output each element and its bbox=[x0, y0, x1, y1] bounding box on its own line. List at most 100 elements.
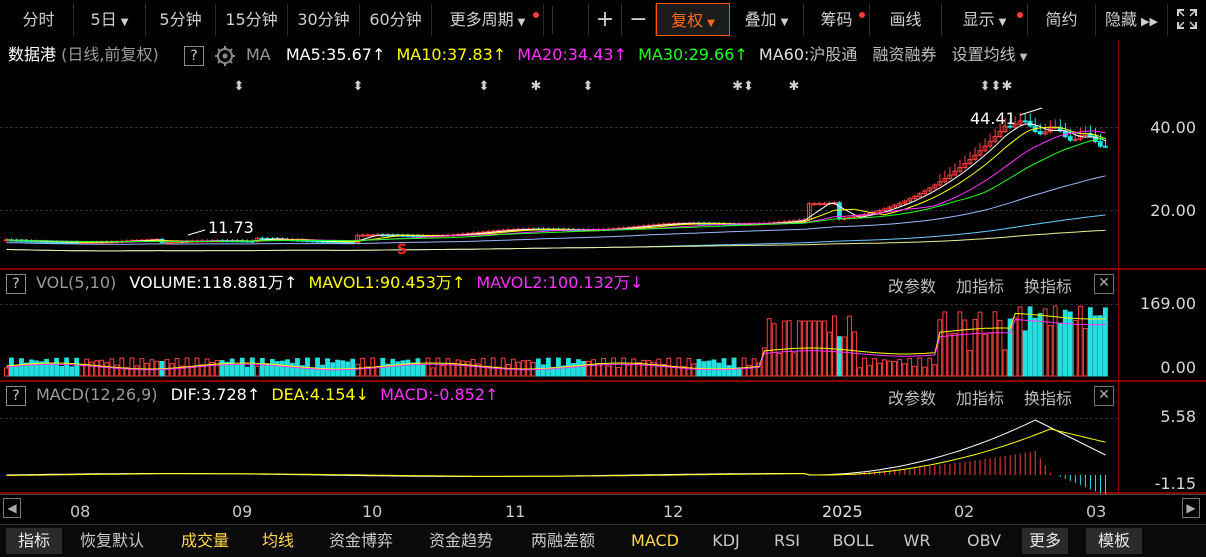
x-tick-08: 08 bbox=[70, 502, 91, 521]
volume-bar bbox=[581, 360, 586, 377]
volume-bar bbox=[957, 311, 963, 377]
volume-bar bbox=[686, 357, 692, 377]
candle-body bbox=[259, 237, 265, 240]
volume-bar bbox=[350, 358, 356, 377]
sell-signal-marker[interactable]: S bbox=[397, 242, 407, 258]
candle-body bbox=[816, 203, 822, 206]
tab-ma[interactable]: 均线 bbox=[252, 528, 304, 554]
tab-rsi[interactable]: RSI bbox=[764, 528, 810, 554]
volume-bar bbox=[435, 357, 441, 377]
tab-wr[interactable]: WR bbox=[894, 528, 940, 554]
mavol1-value: MAVOL1:90.453万 bbox=[308, 273, 452, 292]
volume-bar bbox=[249, 357, 255, 377]
tab-zijin-qushi[interactable]: 资金趋势 bbox=[418, 528, 504, 554]
volume-bar bbox=[872, 358, 877, 377]
volume-bar bbox=[877, 362, 882, 377]
scroll-right-button[interactable]: ▶ bbox=[1182, 498, 1200, 518]
volume-bar bbox=[54, 357, 60, 377]
candle-body bbox=[1067, 136, 1073, 141]
tab-zijin-boyi[interactable]: 资金博弈 bbox=[318, 528, 404, 554]
grid-line bbox=[0, 418, 1118, 419]
volume-bar bbox=[525, 359, 531, 377]
tab-volume[interactable]: 成交量 bbox=[170, 528, 240, 554]
volume-bar bbox=[340, 360, 346, 377]
close-icon[interactable]: ✕ bbox=[1094, 274, 1114, 294]
close-icon[interactable]: ✕ bbox=[1094, 386, 1114, 406]
vol-add-indicator[interactable]: 加指标 bbox=[956, 273, 1004, 297]
volume-bar bbox=[967, 350, 973, 377]
volume-bar bbox=[425, 357, 431, 377]
volume-bar bbox=[44, 358, 49, 377]
candle-body bbox=[1037, 131, 1043, 135]
volume-bar bbox=[229, 358, 235, 377]
help-icon[interactable]: ? bbox=[6, 386, 26, 406]
volume-bar bbox=[164, 359, 170, 377]
tab-liangrong[interactable]: 两融差额 bbox=[520, 528, 606, 554]
ma-line-5 bbox=[6, 123, 1106, 243]
low-price-label: 11.73 bbox=[208, 218, 254, 237]
volume-bar bbox=[320, 364, 325, 377]
event-marker-icon: ⬍⬍✱ bbox=[980, 79, 1013, 94]
dea-value: DEA:4.154 bbox=[271, 385, 356, 404]
tab-macd[interactable]: MACD bbox=[622, 528, 688, 554]
volume-bar bbox=[741, 357, 747, 377]
double-chevron-right-icon: ▶▶ bbox=[1141, 15, 1158, 28]
tab-zhibiao[interactable]: 指标 bbox=[6, 528, 62, 554]
macd-tick-max: 5.58 bbox=[1160, 407, 1196, 426]
tab-boll[interactable]: BOLL bbox=[822, 528, 884, 554]
arrow-up-icon: ↑ bbox=[451, 273, 466, 292]
x-tick-12: 12 bbox=[663, 502, 684, 521]
volume-bar bbox=[169, 363, 175, 377]
x-tick-03: 03 bbox=[1086, 502, 1107, 521]
candle-body bbox=[1022, 120, 1028, 123]
volume-bar bbox=[59, 366, 65, 377]
tab-obv[interactable]: OBV bbox=[956, 528, 1012, 554]
volume-bar bbox=[259, 357, 265, 377]
volume-bar bbox=[510, 358, 516, 377]
indicator-tab-bar: 指标 恢复默认 成交量 均线 资金博弈 资金趋势 两融差额 MACD KDJ R… bbox=[0, 524, 1206, 557]
volume-bar bbox=[149, 359, 155, 377]
fullscreen-button[interactable] bbox=[1170, 3, 1204, 36]
volume-bar bbox=[280, 360, 285, 377]
scroll-left-button[interactable]: ◀ bbox=[3, 498, 21, 518]
volume-bar bbox=[1017, 306, 1023, 377]
volume-bar bbox=[1082, 327, 1088, 377]
ma-line-120 bbox=[6, 214, 1106, 252]
vol-change-params[interactable]: 改参数 bbox=[888, 273, 936, 297]
y-tick-20: 20.00 bbox=[1150, 201, 1196, 220]
tab-restore-default[interactable]: 恢复默认 bbox=[72, 528, 152, 554]
high-price-label: 44.41 bbox=[970, 109, 1016, 128]
macd-value: MACD:-0.852 bbox=[380, 385, 486, 404]
vol-switch-indicator[interactable]: 换指标 bbox=[1024, 273, 1072, 297]
volume-bar bbox=[1022, 330, 1028, 377]
candle-body bbox=[821, 202, 827, 205]
volume-bar bbox=[897, 359, 903, 377]
volume-bar bbox=[947, 333, 953, 377]
candle-body bbox=[1102, 145, 1108, 148]
volume-bar bbox=[214, 359, 220, 377]
macd-switch-indicator[interactable]: 换指标 bbox=[1024, 385, 1072, 409]
volume-bar bbox=[445, 358, 451, 377]
macd-add-indicator[interactable]: 加指标 bbox=[956, 385, 1004, 409]
tab-more[interactable]: 更多 bbox=[1022, 528, 1068, 554]
volume-bar bbox=[671, 366, 677, 377]
x-tick-11: 11 bbox=[505, 502, 526, 521]
event-marker-icon: ✱ bbox=[531, 79, 542, 94]
volume-bar bbox=[591, 359, 596, 377]
volume-bar bbox=[1102, 307, 1108, 377]
volume-bar bbox=[927, 357, 933, 377]
volume-bar bbox=[325, 358, 330, 377]
volume-bar bbox=[621, 357, 627, 377]
volume-bar bbox=[79, 363, 85, 377]
help-icon[interactable]: ? bbox=[6, 274, 26, 294]
volume-bar bbox=[204, 358, 210, 377]
tab-template[interactable]: 模板 bbox=[1086, 528, 1142, 554]
arrow-up-icon: ↑ bbox=[485, 385, 499, 404]
volume-bar bbox=[576, 359, 581, 377]
x-axis-bar bbox=[0, 494, 1206, 523]
tab-kdj[interactable]: KDJ bbox=[700, 528, 752, 554]
macd-change-params[interactable]: 改参数 bbox=[888, 385, 936, 409]
volume-bar bbox=[274, 361, 280, 377]
volume-bar bbox=[29, 359, 34, 377]
volume-bar bbox=[290, 362, 295, 377]
